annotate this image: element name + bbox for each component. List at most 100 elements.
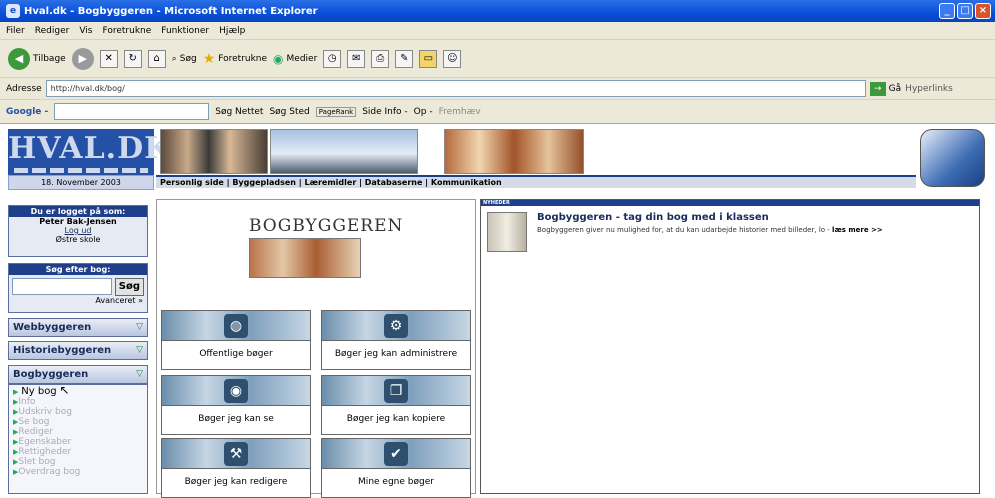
menu-view[interactable]: Vis	[79, 26, 92, 36]
tile-public-books[interactable]: ◍ Offentlige bøger	[161, 310, 311, 370]
go-arrow-icon: →	[869, 81, 886, 96]
login-box: Du er logget på som: Peter Bak-Jensen Lo…	[8, 205, 148, 257]
edit-icon[interactable]: ✎	[395, 49, 414, 68]
site-logo[interactable]: HVAL.DK	[8, 129, 170, 177]
favorites-button[interactable]: ★ Foretrukne	[203, 51, 267, 67]
news-panel: NYHEDER Bogbyggeren - tag din bog med i …	[480, 199, 980, 494]
tile-view-books[interactable]: ◉ Bøger jeg kan se	[161, 375, 311, 435]
menu-bar: Filer Rediger Vis Foretrukne Funktioner …	[0, 22, 995, 40]
media-icon: ◉	[273, 51, 284, 66]
globe-icon: ◍	[224, 314, 248, 338]
menu-rights[interactable]: ▶Rettigheder	[9, 447, 147, 457]
search-submit-button[interactable]: Søg	[114, 278, 144, 296]
copy-icon: ❐	[384, 379, 408, 403]
menu-file[interactable]: Filer	[6, 26, 25, 36]
header-photo-city	[270, 129, 418, 174]
menu-favorites[interactable]: Foretrukne	[102, 26, 151, 36]
collapse-arrow-icon: ▽	[136, 322, 143, 332]
menu-delete-book[interactable]: ▶Slet bog	[9, 457, 147, 467]
menu-edit[interactable]: Rediger	[35, 26, 70, 36]
user-name: Peter Bak-Jensen	[39, 217, 117, 226]
menu-tools[interactable]: Funktioner	[161, 26, 209, 36]
refresh-button[interactable]: ↻	[123, 49, 142, 68]
book-menu: ▶ Ny bog ↖ ▶Info ▶Udskriv bog ▶Se bog ▶R…	[8, 384, 148, 494]
logout-link[interactable]: Log ud	[9, 226, 147, 235]
hammer-icon: ⚒	[224, 442, 248, 466]
google-label[interactable]: Google -	[6, 107, 48, 117]
search-web-button[interactable]: Søg Nettet	[215, 107, 263, 117]
collapse-arrow-icon: ▽	[136, 345, 143, 355]
menu-info[interactable]: ▶Info	[9, 397, 147, 407]
tile-copy-books[interactable]: ❐ Bøger jeg kan kopiere	[321, 375, 471, 435]
section-historiebyggeren[interactable]: Historiebyggeren ▽	[8, 341, 148, 360]
header-photo-kids	[160, 129, 268, 174]
window-title: Hval.dk - Bogbyggeren - Microsoft Intern…	[24, 5, 318, 17]
links-label[interactable]: Hyperlinks	[905, 84, 953, 94]
read-more-link[interactable]: læs mere >>	[832, 226, 883, 234]
bookshelf-image	[249, 238, 361, 278]
tile-own-books[interactable]: ✔ Mine egne bøger	[321, 438, 471, 498]
window-titlebar: e Hval.dk - Bogbyggeren - Microsoft Inte…	[0, 0, 995, 22]
advanced-search-link[interactable]: Avanceret »	[9, 296, 147, 305]
print-icon[interactable]: ⎙	[371, 49, 390, 68]
ie-icon: e	[6, 4, 20, 18]
tile-admin-books[interactable]: ⚙ Bøger jeg kan administrere	[321, 310, 471, 370]
home-icon[interactable]: ⌂	[147, 49, 166, 68]
search-site-button[interactable]: Søg Sted	[269, 107, 309, 117]
site-nav[interactable]: Personlig side | Byggepladsen | Læremidl…	[156, 175, 916, 188]
menu-properties[interactable]: ▶Egenskaber	[9, 437, 147, 447]
history-icon[interactable]: ◷	[323, 49, 342, 68]
forward-button[interactable]: ▶	[71, 47, 94, 70]
book-search-box: Søg efter bog: Søg Avanceret »	[8, 263, 148, 313]
stop-button[interactable]: ✕	[99, 49, 118, 68]
eye-icon: ◉	[224, 379, 248, 403]
login-heading: Du er logget på som:	[9, 206, 147, 217]
back-arrow-icon: ◀	[8, 47, 30, 70]
address-bar: Adresse http://hval.dk/bog/ → Gå Hyperlin…	[0, 78, 995, 100]
google-search-input[interactable]	[54, 103, 210, 120]
news-text: Bogbyggeren giver nu mulighed for, at du…	[537, 226, 883, 234]
pagerank-indicator: PageRank	[315, 106, 357, 117]
maximize-button[interactable]: □	[957, 3, 973, 19]
menu-edit[interactable]: ▶Rediger	[9, 427, 147, 437]
main-panel: BOGBYGGEREN ◍ Offentlige bøger ⚙ Bøger j…	[156, 199, 476, 498]
tile-edit-books[interactable]: ⚒ Bøger jeg kan redigere	[161, 438, 311, 498]
search-button[interactable]: ⌕ Søg	[172, 54, 197, 64]
google-toolbar: Google - Søg Nettet Søg Sted PageRank Si…	[0, 100, 995, 124]
section-bogbyggeren[interactable]: Bogbyggeren ▽	[8, 365, 148, 384]
media-button[interactable]: ◉ Medier	[273, 52, 317, 66]
address-label: Adresse	[6, 83, 42, 94]
minimize-button[interactable]: _	[939, 3, 955, 19]
arrow-right-icon: ▶	[13, 388, 19, 396]
up-button[interactable]: Op -	[414, 107, 433, 117]
section-webbyggeren[interactable]: Webbyggeren ▽	[8, 318, 148, 337]
date-display: 18. November 2003	[8, 175, 154, 190]
news-title[interactable]: Bogbyggeren - tag din bog med i klassen	[537, 212, 769, 223]
back-button[interactable]: ◀ Tilbage	[8, 47, 66, 70]
page-title: BOGBYGGEREN	[249, 216, 404, 236]
news-thumbnail	[487, 212, 527, 252]
book-search-heading: Søg efter bog:	[9, 264, 147, 275]
browser-toolbar: ◀ Tilbage ▶ ✕ ↻ ⌂ ⌕ Søg ★ Foretrukne ◉ Medie…	[0, 40, 995, 78]
menu-transfer-book[interactable]: ▶Overdrag bog	[9, 467, 147, 477]
tools-icon: ⚙	[384, 314, 408, 338]
star-icon: ★	[202, 50, 216, 67]
menu-print-book[interactable]: ▶Udskriv bog	[9, 407, 147, 417]
menu-view-book[interactable]: ▶Se bog	[9, 417, 147, 427]
go-button[interactable]: → Gå	[869, 81, 901, 96]
messenger-icon[interactable]: ☺	[443, 49, 462, 68]
page-info-button[interactable]: Side Info -	[362, 107, 407, 117]
header-photo-books	[444, 129, 584, 174]
highlight-button[interactable]: Fremhæv	[439, 107, 481, 117]
folder-icon[interactable]: ▭	[419, 49, 438, 68]
mail-icon[interactable]: ✉	[347, 49, 366, 68]
book-search-input[interactable]	[12, 278, 112, 295]
dolphin-logo-icon	[920, 129, 985, 187]
address-input[interactable]: http://hval.dk/bog/	[45, 80, 866, 97]
menu-new-book[interactable]: ▶ Ny bog ↖	[9, 384, 147, 397]
close-button[interactable]: ×	[975, 3, 991, 19]
search-icon: ⌕	[171, 53, 177, 64]
menu-help[interactable]: Hjælp	[219, 26, 245, 36]
collapse-arrow-icon: ▽	[136, 369, 143, 379]
page-content: HVAL.DK 18. November 2003 Personlig side…	[0, 125, 995, 498]
